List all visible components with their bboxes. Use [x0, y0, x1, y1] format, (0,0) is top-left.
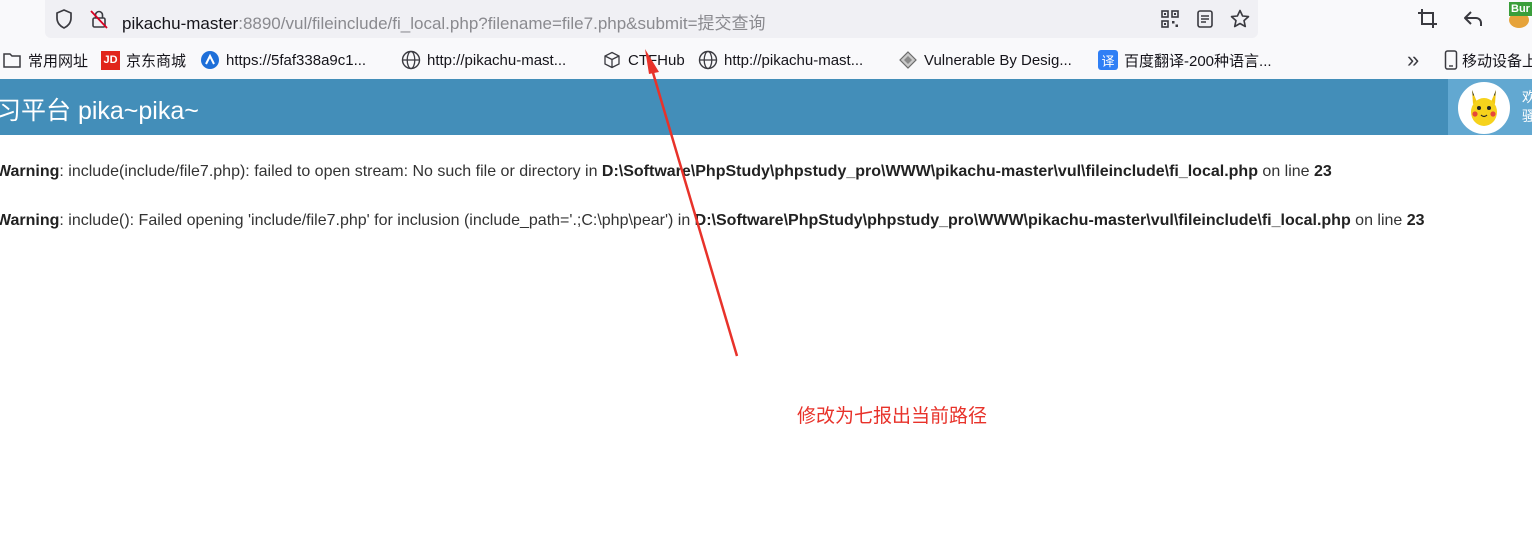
annotation-arrow [645, 49, 739, 357]
annotation-text: 修改为七报出当前路径 [797, 406, 988, 427]
